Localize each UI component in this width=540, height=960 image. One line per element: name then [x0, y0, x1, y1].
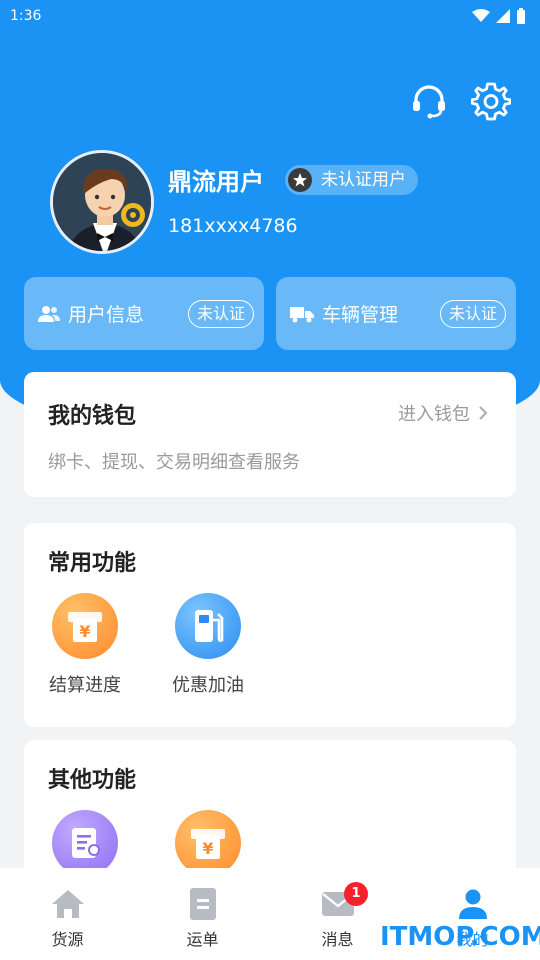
avatar[interactable]: [50, 150, 154, 254]
common-functions-title: 常用功能: [48, 551, 137, 576]
battery-icon: [517, 8, 525, 24]
phone-number: 181xxxx4786: [168, 215, 298, 237]
unread-count-badge: 1: [344, 882, 368, 906]
username: 鼎流用户: [168, 168, 264, 196]
user-icon: [455, 886, 491, 922]
waybill-icon: [185, 886, 221, 922]
settings-gear-icon[interactable]: [470, 80, 512, 122]
vehicle-management-status: 未认证: [439, 300, 506, 328]
wifi-icon: [472, 9, 490, 22]
fuel-discount-item[interactable]: 优惠加油: [163, 593, 253, 697]
vehicle-management-card[interactable]: 车辆管理 未认证: [276, 277, 516, 350]
verification-status-badge[interactable]: 未认证用户: [285, 165, 418, 195]
svg-text:¥: ¥: [79, 622, 90, 641]
wallet-title: 我的钱包: [48, 404, 137, 429]
user-info-status: 未认证: [187, 300, 254, 328]
vehicle-management-label: 车辆管理: [322, 304, 399, 326]
tab-messages-label: 消息: [321, 930, 354, 949]
other-functions-title: 其他功能: [48, 768, 137, 793]
verification-status-label: 未认证用户: [321, 170, 406, 190]
status-icons: [472, 8, 526, 24]
settlement-progress-item[interactable]: ¥ 结算进度: [40, 593, 130, 697]
fuel-pump-icon: [175, 593, 241, 659]
other-function-item-1[interactable]: [40, 810, 130, 876]
wallet-card[interactable]: 我的钱包 进入钱包 绑卡、提现、交易明细查看服务: [24, 372, 516, 497]
chevron-right-icon: [479, 406, 488, 420]
enter-wallet-label: 进入钱包: [398, 404, 470, 425]
tab-waybill[interactable]: 运单: [135, 868, 270, 960]
other-function-item-2[interactable]: ¥: [163, 810, 253, 876]
user-info-card[interactable]: 用户信息 未认证: [24, 277, 264, 350]
home-icon: [50, 886, 86, 922]
users-icon: [38, 305, 60, 322]
tab-waybill-label: 运单: [186, 930, 219, 949]
document-icon: [52, 810, 118, 876]
header-actions: [408, 80, 512, 122]
status-bar: 1:36: [0, 0, 540, 32]
settlement-icon: ¥: [175, 810, 241, 876]
signal-icon: [496, 9, 510, 23]
watermark: ITMOP.COM: [380, 922, 540, 952]
truck-icon: [290, 306, 314, 322]
enter-wallet-link[interactable]: 进入钱包: [398, 400, 488, 426]
svg-text:¥: ¥: [202, 839, 213, 858]
user-info-label: 用户信息: [68, 304, 145, 326]
fuel-discount-label: 优惠加油: [172, 675, 244, 696]
status-time: 1:36: [10, 8, 42, 24]
customer-service-icon[interactable]: [408, 80, 450, 122]
wallet-description: 绑卡、提现、交易明细查看服务: [48, 452, 300, 473]
tab-goods-source-label: 货源: [51, 930, 84, 949]
tab-goods-source[interactable]: 货源: [0, 868, 135, 960]
common-functions-card: 常用功能 ¥ 结算进度 优惠加油: [24, 523, 516, 727]
settlement-progress-label: 结算进度: [49, 675, 121, 696]
settlement-icon: ¥: [52, 593, 118, 659]
star-icon: [288, 168, 312, 192]
